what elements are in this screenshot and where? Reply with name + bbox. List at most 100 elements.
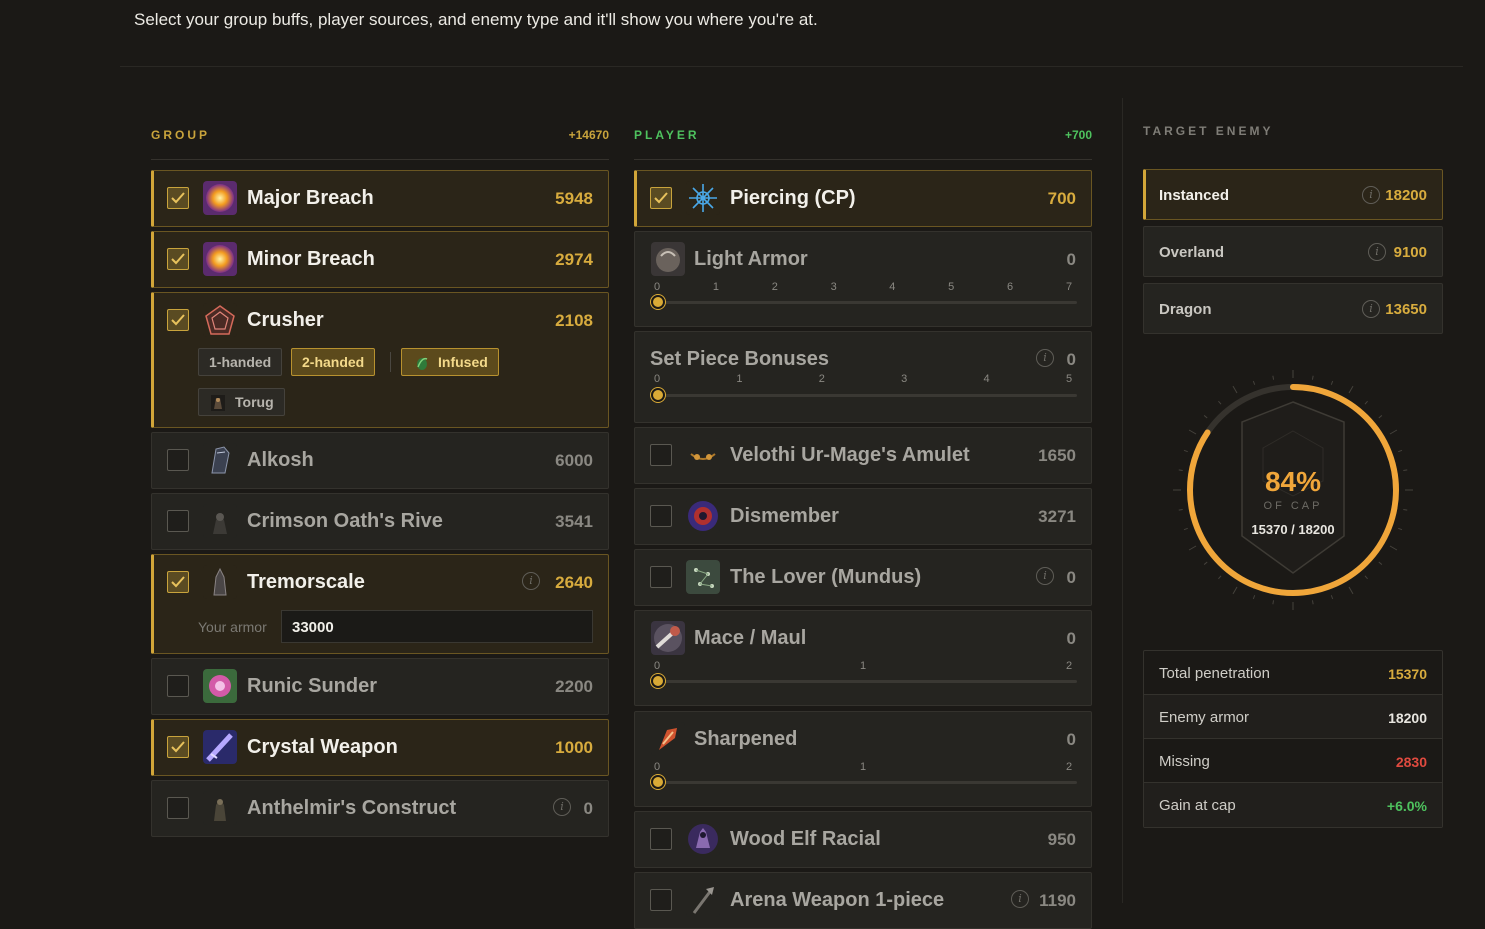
armor-input[interactable]: 33000 — [281, 610, 593, 643]
group-item-tremorscale[interactable]: Tremorscale i 2640 Your armor 33000 — [151, 554, 609, 654]
item-name: Major Breach — [247, 187, 374, 209]
group-item-crusher[interactable]: Crusher 2108 1-handed 2-handed Infused T… — [151, 292, 609, 428]
mace-maul-icon — [651, 621, 685, 655]
intro-text: Select your group buffs, player sources,… — [134, 10, 818, 29]
slider-handle[interactable] — [651, 775, 665, 789]
stat-missing: Missing 2830 — [1144, 739, 1442, 783]
enemy-instanced[interactable]: Instanced i 18200 — [1143, 169, 1443, 220]
checkbox[interactable] — [650, 505, 672, 527]
item-name: Anthelmir's Construct — [247, 797, 457, 819]
item-value: 3271 — [1038, 507, 1076, 526]
slider-track[interactable] — [657, 680, 1077, 683]
info-icon[interactable]: i — [1362, 186, 1380, 204]
alkosh-icon — [203, 443, 237, 477]
checkbox[interactable] — [167, 510, 189, 532]
chip-2-handed[interactable]: 2-handed — [291, 348, 376, 376]
player-item-dismember[interactable]: Dismember 3271 — [634, 488, 1092, 545]
player-title: PLAYER — [634, 128, 700, 142]
lover-mundus-icon — [686, 560, 720, 594]
gauge-tick — [1232, 385, 1238, 394]
stat-value: 15370 — [1388, 666, 1427, 682]
info-icon[interactable]: i — [553, 798, 571, 816]
item-name: Piercing (CP) — [730, 187, 856, 209]
slider-handle[interactable] — [651, 674, 665, 688]
slider-handle[interactable] — [651, 295, 665, 309]
infused-icon — [417, 357, 428, 370]
chip-torug[interactable]: Torug — [198, 388, 285, 416]
group-item-alkosh[interactable]: Alkosh 6000 — [151, 432, 609, 489]
checkbox[interactable] — [167, 736, 189, 758]
player-item-piercing-cp[interactable]: Piercing (CP) 700 — [634, 170, 1092, 227]
checkbox[interactable] — [167, 248, 189, 270]
gauge-fraction: 15370 / 18200 — [1251, 522, 1335, 537]
group-item-crimson-oaths-rive[interactable]: Crimson Oath's Rive 3541 — [151, 493, 609, 550]
item-name: Sharpened — [694, 728, 798, 750]
player-item-velothi-amulet[interactable]: Velothi Ur-Mage's Amulet 1650 — [634, 427, 1092, 484]
gauge-tick — [1252, 595, 1256, 600]
stat-label: Gain at cap — [1159, 797, 1236, 814]
info-icon[interactable]: i — [1362, 300, 1380, 318]
gauge-tick — [1252, 380, 1256, 385]
item-value: 0 — [1066, 629, 1076, 648]
group-column: GROUP +14670 Major Breach 5948 Minor Bre… — [151, 96, 609, 837]
player-item-sharpened[interactable]: Sharpened 0 0 1 2 — [634, 711, 1092, 807]
player-item-arena-weapon[interactable]: Arena Weapon 1-piece i 1190 — [634, 872, 1092, 929]
tick-label: 0 — [653, 761, 661, 773]
wood-elf-icon — [686, 822, 720, 856]
checkbox[interactable] — [167, 675, 189, 697]
checkbox[interactable] — [167, 449, 189, 471]
info-icon[interactable]: i — [1368, 243, 1386, 261]
group-item-minor-breach[interactable]: Minor Breach 2974 — [151, 231, 609, 288]
group-item-crystal-weapon[interactable]: Crystal Weapon 1000 — [151, 719, 609, 776]
gauge-tick — [1188, 545, 1197, 551]
info-icon[interactable]: i — [1036, 349, 1054, 367]
group-item-major-breach[interactable]: Major Breach 5948 — [151, 170, 609, 227]
info-icon[interactable]: i — [1036, 567, 1054, 585]
checkbox[interactable] — [650, 187, 672, 209]
gauge-tick — [1389, 545, 1398, 551]
group-item-runic-sunder[interactable]: Runic Sunder 2200 — [151, 658, 609, 715]
stat-value: 2830 — [1395, 754, 1427, 770]
gauge-tick — [1188, 429, 1197, 435]
slider-track[interactable] — [657, 781, 1077, 784]
checkbox[interactable] — [167, 797, 189, 819]
gauge-tick — [1272, 375, 1275, 380]
player-item-wood-elf-racial[interactable]: Wood Elf Racial 950 — [634, 811, 1092, 868]
enemy-dragon[interactable]: Dragon i 13650 — [1143, 283, 1443, 334]
slider-track[interactable] — [657, 394, 1077, 397]
gauge-percent: 84% — [1264, 466, 1322, 497]
item-name: Dismember — [730, 505, 839, 527]
player-item-the-lover[interactable]: The Lover (Mundus) i 0 — [634, 549, 1092, 606]
checkbox[interactable] — [167, 187, 189, 209]
tick-label: 1 — [736, 373, 743, 385]
checkbox[interactable] — [650, 828, 672, 850]
checkbox[interactable] — [650, 444, 672, 466]
item-name: Runic Sunder — [247, 675, 378, 697]
chip-label: Infused — [438, 354, 488, 370]
slider-track[interactable] — [657, 301, 1077, 304]
player-item-light-armor[interactable]: Light Armor 0 0 1 2 3 4 5 6 7 — [634, 231, 1092, 327]
checkbox[interactable] — [650, 889, 672, 911]
player-item-set-piece-bonuses[interactable]: Set Piece Bonuses i 0 0 1 2 3 4 5 — [634, 331, 1092, 423]
group-item-anthelmirs-construct[interactable]: Anthelmir's Construct i 0 — [151, 780, 609, 837]
checkbox[interactable] — [167, 571, 189, 593]
tick-label: 0 — [653, 281, 661, 293]
torug-icon — [211, 395, 225, 411]
checkbox[interactable] — [650, 566, 672, 588]
checkbox[interactable] — [167, 309, 189, 331]
slider-handle[interactable] — [651, 388, 665, 402]
chip-divider — [390, 352, 391, 372]
gauge-tick — [1378, 415, 1383, 419]
item-value: 2200 — [555, 677, 593, 696]
player-item-mace-maul[interactable]: Mace / Maul 0 0 1 2 — [634, 610, 1092, 706]
tick-label: 7 — [1065, 281, 1073, 293]
chip-infused[interactable]: Infused — [401, 348, 499, 376]
info-icon[interactable]: i — [522, 572, 540, 590]
gauge-tick — [1311, 600, 1314, 605]
info-icon[interactable]: i — [1011, 890, 1029, 908]
enemy-name: Instanced — [1159, 187, 1230, 204]
chip-1-handed[interactable]: 1-handed — [198, 348, 283, 376]
enemy-armor-value: 18200 — [1385, 187, 1427, 204]
enemy-overland[interactable]: Overland i 9100 — [1143, 226, 1443, 277]
gauge-tick — [1364, 575, 1368, 580]
